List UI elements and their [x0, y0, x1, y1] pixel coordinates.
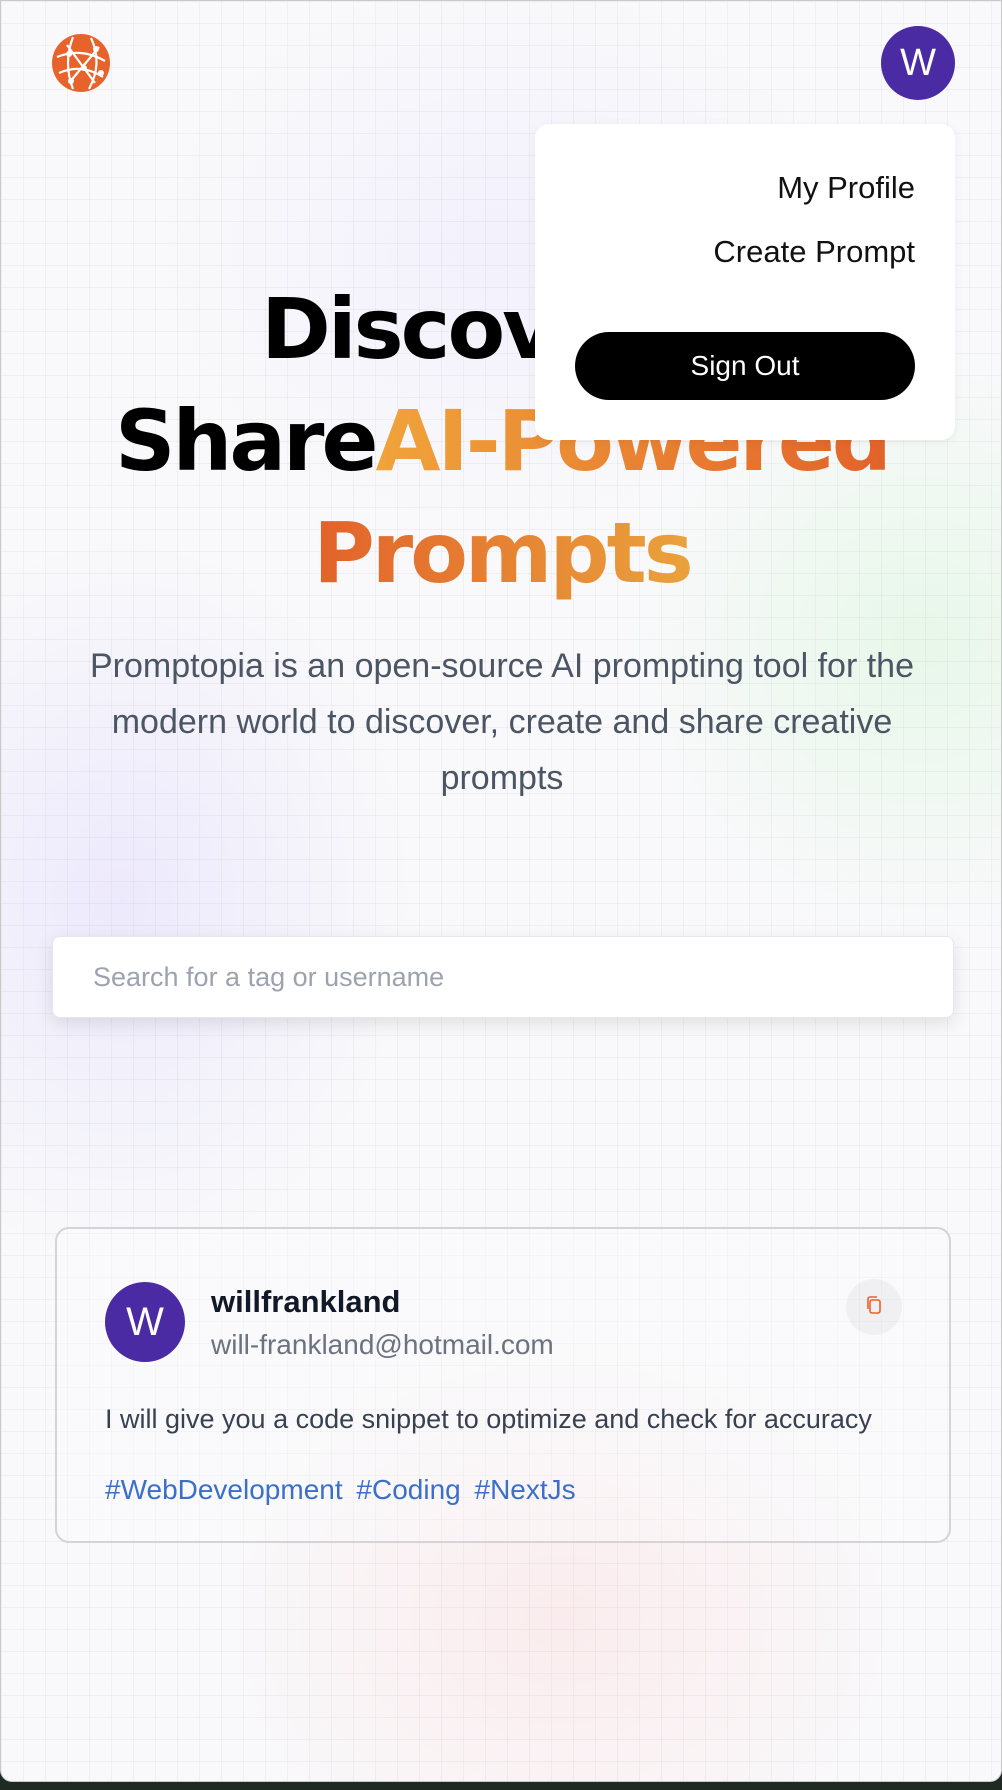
tag-coding[interactable]: #Coding — [356, 1474, 460, 1505]
user-dropdown-menu: My Profile Create Prompt Sign Out — [535, 124, 955, 440]
sign-out-button[interactable]: Sign Out — [575, 332, 915, 400]
search-input[interactable] — [52, 936, 954, 1018]
copy-button[interactable] — [846, 1279, 902, 1335]
tag-webdevelopment[interactable]: #WebDevelopment — [105, 1474, 343, 1505]
menu-item-create-prompt[interactable]: Create Prompt — [713, 234, 915, 270]
prompt-tags: #WebDevelopment #Coding #NextJs — [105, 1474, 582, 1506]
author-email: will-frankland@hotmail.com — [211, 1329, 554, 1360]
app-window: W Discover & ShareAI-Powered Prompts Pro… — [0, 0, 1002, 1782]
user-avatar-button[interactable]: W — [881, 26, 955, 100]
hero-title-share: Share — [115, 392, 378, 490]
hero-description: Promptopia is an open-source AI promptin… — [89, 647, 915, 797]
tag-nextjs[interactable]: #NextJs — [475, 1474, 576, 1505]
prompt-text: I will give you a code snippet to optimi… — [105, 1404, 872, 1434]
menu-item-my-profile[interactable]: My Profile — [777, 170, 915, 206]
author-avatar[interactable]: W — [105, 1282, 185, 1362]
hero-title-prompts: Prompts — [313, 504, 694, 602]
copy-icon — [863, 1294, 885, 1321]
author-username[interactable]: willfrankland — [211, 1284, 400, 1320]
logo-globe-icon[interactable] — [51, 33, 111, 93]
prompt-card: W willfrankland will-frankland@hotmail.c… — [55, 1227, 951, 1543]
